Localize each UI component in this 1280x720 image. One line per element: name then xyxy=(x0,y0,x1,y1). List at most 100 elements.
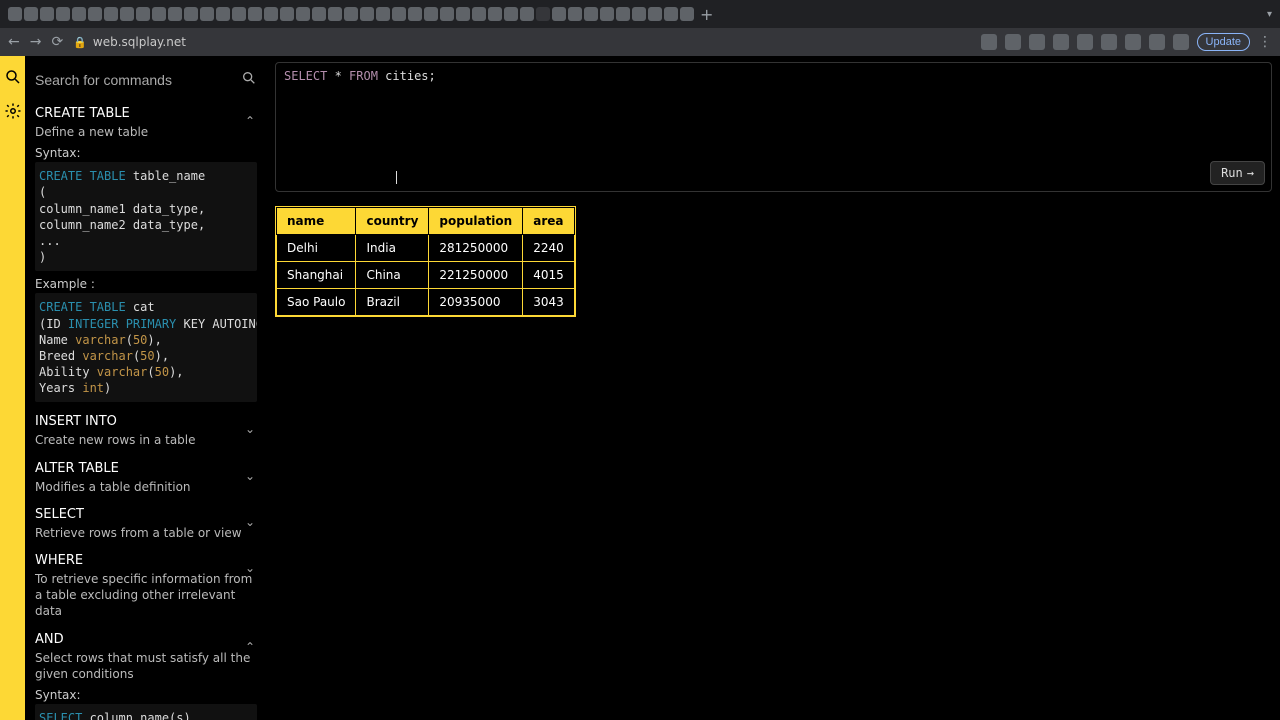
syntax-label: Syntax: xyxy=(35,688,257,702)
table-row: Sao PauloBrazil209350003043 xyxy=(277,289,575,316)
ext-icon[interactable] xyxy=(1149,34,1165,50)
cmd-and[interactable]: AND Select rows that must satisfy all th… xyxy=(35,626,257,720)
browser-tab[interactable] xyxy=(216,7,230,21)
update-button[interactable]: Update xyxy=(1197,33,1250,51)
browser-tab[interactable] xyxy=(8,7,22,21)
browser-tab[interactable] xyxy=(120,7,134,21)
browser-tab[interactable] xyxy=(440,7,454,21)
cmd-select[interactable]: SELECT Retrieve rows from a table or vie… xyxy=(35,501,257,547)
new-tab-button[interactable]: + xyxy=(700,5,713,24)
arrow-right-icon: → xyxy=(1247,166,1254,180)
table-cell: China xyxy=(356,262,429,289)
chevron-down-icon[interactable]: ⌄ xyxy=(245,422,255,436)
browser-tab[interactable] xyxy=(376,7,390,21)
browser-tab[interactable] xyxy=(88,7,102,21)
browser-tab[interactable] xyxy=(328,7,342,21)
browser-tab[interactable] xyxy=(520,7,534,21)
editor-keyword: FROM xyxy=(349,69,378,83)
browser-tab[interactable] xyxy=(104,7,118,21)
menu-icon[interactable]: ⋮ xyxy=(1258,34,1272,50)
browser-tab[interactable] xyxy=(360,7,374,21)
table-cell: 4015 xyxy=(523,262,575,289)
cmd-title: WHERE xyxy=(35,553,257,568)
table-cell: 3043 xyxy=(523,289,575,316)
cmd-insert-into[interactable]: INSERT INTO Create new rows in a table ⌄ xyxy=(35,408,257,454)
settings-icon[interactable] xyxy=(4,102,22,120)
cmd-where[interactable]: WHERE To retrieve specific information f… xyxy=(35,547,257,626)
chevron-down-icon[interactable]: ⌄ xyxy=(245,561,255,575)
cmd-sub: Retrieve rows from a table or view xyxy=(35,525,257,541)
chevron-down-icon[interactable]: ⌄ xyxy=(245,469,255,483)
syntax-code: SELECT column_name(s) FROM table_name WH… xyxy=(35,704,257,720)
search-submit-icon[interactable] xyxy=(241,70,257,90)
browser-tab[interactable] xyxy=(296,7,310,21)
browser-tab[interactable] xyxy=(248,7,262,21)
browser-tab[interactable] xyxy=(392,7,406,21)
browser-tab[interactable] xyxy=(504,7,518,21)
browser-tab[interactable] xyxy=(152,7,166,21)
browser-tab[interactable] xyxy=(424,7,438,21)
browser-tab[interactable] xyxy=(536,7,550,21)
search-input[interactable] xyxy=(35,72,224,88)
cmd-title: AND xyxy=(35,632,257,647)
browser-tab[interactable] xyxy=(488,7,502,21)
reload-button[interactable]: ⟳ xyxy=(51,34,63,50)
browser-tab[interactable] xyxy=(568,7,582,21)
chevron-down-icon[interactable]: ⌄ xyxy=(245,515,255,529)
tabs-overflow-icon[interactable]: ▾ xyxy=(1267,9,1272,20)
browser-tab[interactable] xyxy=(552,7,566,21)
browser-tab[interactable] xyxy=(344,7,358,21)
browser-tab[interactable] xyxy=(280,7,294,21)
ext-icon[interactable] xyxy=(1173,34,1189,50)
ext-icon[interactable] xyxy=(1053,34,1069,50)
cmd-sub: Select rows that must satisfy all the gi… xyxy=(35,650,257,682)
browser-tab[interactable] xyxy=(56,7,70,21)
search-icon[interactable] xyxy=(4,68,22,86)
table-row: ShanghaiChina2212500004015 xyxy=(277,262,575,289)
back-button[interactable]: ← xyxy=(8,34,20,50)
browser-tab[interactable] xyxy=(456,7,470,21)
browser-tab[interactable] xyxy=(136,7,150,21)
browser-tab[interactable] xyxy=(600,7,614,21)
browser-tab[interactable] xyxy=(648,7,662,21)
column-header: country xyxy=(356,208,429,235)
cmd-create-table[interactable]: CREATE TABLE Define a new table ⌃ Syntax… xyxy=(35,100,257,408)
browser-tab[interactable] xyxy=(616,7,630,21)
browser-tab[interactable] xyxy=(184,7,198,21)
cmd-sub: To retrieve specific information from a … xyxy=(35,571,257,620)
ext-icon[interactable] xyxy=(1029,34,1045,50)
browser-tab[interactable] xyxy=(408,7,422,21)
forward-button[interactable]: → xyxy=(30,34,42,50)
browser-tab[interactable] xyxy=(664,7,678,21)
cmd-title: CREATE TABLE xyxy=(35,106,257,121)
cmd-alter-table[interactable]: ALTER TABLE Modifies a table definition … xyxy=(35,455,257,501)
sql-editor[interactable]: SELECT * FROM cities; Run→ xyxy=(275,62,1272,192)
example-code: CREATE TABLE cat (ID INTEGER PRIMARY KEY… xyxy=(35,293,257,402)
ext-icon[interactable] xyxy=(981,34,997,50)
ext-icon[interactable] xyxy=(1077,34,1093,50)
ext-icon[interactable] xyxy=(1005,34,1021,50)
browser-tab[interactable] xyxy=(40,7,54,21)
browser-tab[interactable] xyxy=(168,7,182,21)
browser-tab[interactable] xyxy=(200,7,214,21)
results-table: namecountrypopulationarea DelhiIndia2812… xyxy=(275,206,576,317)
url-field[interactable]: 🔒 web.sqlplay.net xyxy=(73,35,970,49)
ext-icon[interactable] xyxy=(1101,34,1117,50)
browser-tab[interactable] xyxy=(632,7,646,21)
browser-tab[interactable] xyxy=(472,7,486,21)
browser-tab[interactable] xyxy=(680,7,694,21)
browser-tab[interactable] xyxy=(72,7,86,21)
column-header: population xyxy=(429,208,523,235)
browser-tab[interactable] xyxy=(584,7,598,21)
browser-tab[interactable] xyxy=(24,7,38,21)
browser-tab[interactable] xyxy=(232,7,246,21)
search-row xyxy=(35,64,257,100)
cmd-title: ALTER TABLE xyxy=(35,461,257,476)
table-row: DelhiIndia2812500002240 xyxy=(277,235,575,262)
ext-icon[interactable] xyxy=(1125,34,1141,50)
browser-tab[interactable] xyxy=(264,7,278,21)
chevron-up-icon[interactable]: ⌃ xyxy=(245,114,255,128)
run-button[interactable]: Run→ xyxy=(1210,161,1265,185)
chevron-up-icon[interactable]: ⌃ xyxy=(245,640,255,654)
browser-tab[interactable] xyxy=(312,7,326,21)
